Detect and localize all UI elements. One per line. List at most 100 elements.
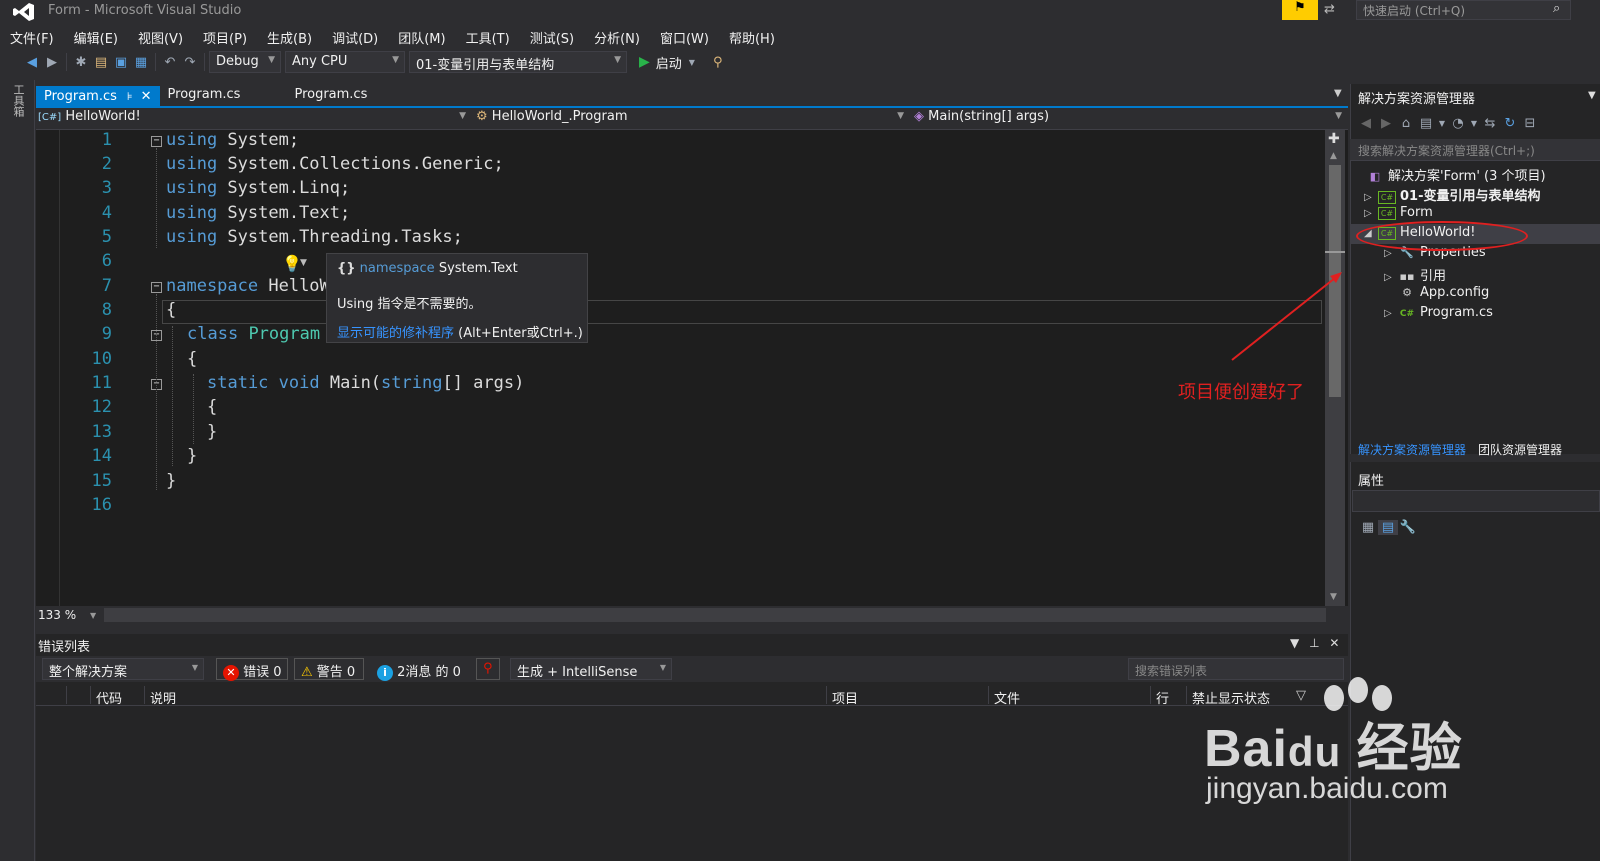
collapse-toggle-icon[interactable]: − [151,282,162,293]
undo-icon[interactable]: ↶ [160,55,180,70]
code-editor[interactable] [36,130,1348,606]
chevron-down-icon[interactable]: ▼ [1290,636,1299,650]
open-file-icon[interactable]: ▤ [91,55,111,70]
column-header-file[interactable]: 文件 [994,688,1020,707]
scroll-down-icon[interactable]: ▼ [1330,592,1337,602]
tree-program-cs[interactable]: ▷ C# Program.cs [1384,305,1493,325]
refresh-icon[interactable]: ↻ [1500,116,1520,131]
chevron-down-icon[interactable]: ▼ [1468,119,1480,128]
chevron-down-icon[interactable]: ▼ [300,258,307,268]
project-dropdown[interactable]: [C#] HelloWorld! ▼ [38,109,470,129]
tab-team-explorer[interactable]: 团队资源管理器 [1478,441,1562,458]
horizontal-scrollbar[interactable] [104,608,1326,622]
show-fixes-link[interactable]: 显示可能的修补程序 [337,326,454,341]
menu-help[interactable]: 帮助(H) [729,28,775,47]
tab-solution-explorer[interactable]: 解决方案资源管理器 [1358,441,1466,458]
menu-tools[interactable]: 工具(T) [466,28,510,47]
lightbulb-icon[interactable]: 💡 [282,254,302,273]
warnings-filter-button[interactable]: ⚠ 警告 0 [294,658,364,680]
menu-view[interactable]: 视图(V) [138,28,183,47]
menu-analyze[interactable]: 分析(N) [594,28,640,47]
expand-arrow-icon[interactable]: ▷ [1364,208,1378,219]
chevron-down-icon[interactable]: ▼ [1588,90,1596,101]
tab-program-cs-2[interactable]: Program.cs [160,86,249,106]
menu-edit[interactable]: 编辑(E) [74,28,118,47]
member-dropdown[interactable]: ◈ Main(string[] args) ▼ [914,109,1346,129]
column-header-description[interactable]: 说明 [150,688,176,707]
tab-overflow-chevron-icon[interactable]: ▼ [1334,88,1342,99]
navigate-back-icon[interactable]: ◀ [22,55,42,70]
split-window-icon[interactable]: ✚ [1328,131,1340,147]
start-button[interactable]: 启动 [656,53,682,72]
class-dropdown[interactable]: ⚙ HelloWorld_.Program ▼ [476,109,908,129]
messages-filter-button[interactable]: i 2消息 的 0 [370,658,468,681]
tab-program-cs-active[interactable]: Program.cs ⊧ ✕ [36,86,160,106]
scroll-up-icon[interactable]: ▲ [1330,151,1337,161]
tree-app-config[interactable]: ⚙ App.config [1398,285,1489,305]
sync-with-document-icon[interactable]: ⇆ [1480,116,1500,131]
column-header-project[interactable]: 项目 [832,688,858,707]
feedback-icon[interactable]: ⇄ [1324,2,1335,17]
menu-team[interactable]: 团队(M) [398,28,445,47]
property-pages-icon[interactable]: 🔧 [1398,520,1418,535]
notification-flag-icon[interactable]: ⚑ [1282,0,1318,20]
startup-project-select[interactable]: 01-变量引用与表单结构 ▼ [409,51,627,73]
chevron-down-icon[interactable]: ▼ [90,611,96,620]
menu-window[interactable]: 窗口(W) [660,28,709,47]
chevron-down-icon[interactable]: ▼ [682,58,702,67]
error-source-select[interactable]: 生成 + IntelliSense ▼ [510,658,672,680]
filter-toggle-icon[interactable]: ⚲ [476,658,500,680]
solution-platform-select[interactable]: Any CPU ▼ [285,51,405,73]
expand-arrow-icon[interactable]: ▷ [1384,308,1398,319]
forward-icon[interactable]: ▶ [1376,116,1396,131]
tree-references[interactable]: ▷ ▪▪ 引用 [1384,265,1446,285]
error-list-title: 错误列表 [38,640,91,655]
categorized-icon[interactable]: ▦ [1358,520,1378,535]
pending-changes-filter-icon[interactable]: ◔ [1448,116,1468,131]
code-line-13: } [207,422,218,442]
redo-icon[interactable]: ↷ [180,55,200,70]
errors-filter-button[interactable]: ✕ 错误 0 [216,658,288,681]
new-project-icon[interactable]: ✱ [71,55,91,70]
search-icon[interactable]: ⌕ [1553,1,1560,16]
line-number: 8 [101,300,112,320]
menu-build[interactable]: 生成(B) [267,28,312,47]
tree-solution[interactable]: ◧ 解决方案'Form' (3 个项目) [1366,165,1546,185]
home-icon[interactable]: ⌂ [1396,116,1416,131]
expand-arrow-icon[interactable]: ▷ [1384,248,1398,259]
close-icon[interactable]: ✕ [1329,636,1339,650]
collapse-all-icon[interactable]: ⊟ [1520,116,1540,131]
quick-launch-input[interactable]: 快速启动 (Ctrl+Q) [1356,0,1571,20]
menu-project[interactable]: 项目(P) [203,28,247,47]
switch-views-icon[interactable]: ▤ [1416,116,1436,131]
menu-debug[interactable]: 调试(D) [332,28,378,47]
tab-program-cs-3[interactable]: Program.cs [286,86,375,106]
pin-icon[interactable]: ⊧ [127,90,133,103]
error-scope-select[interactable]: 整个解决方案 ▼ [42,658,204,680]
expand-arrow-icon[interactable]: ▷ [1364,192,1378,203]
column-header-line[interactable]: 行 [1156,688,1169,707]
properties-object-select[interactable] [1352,490,1600,512]
column-header-code[interactable]: 代码 [96,688,122,707]
pin-icon[interactable]: ⊥ [1309,636,1319,650]
toolbox-tab[interactable]: 工具箱 [10,84,26,117]
save-all-icon[interactable]: ▦ [131,55,151,70]
menu-test[interactable]: 测试(S) [530,28,574,47]
back-icon[interactable]: ◀ [1356,116,1376,131]
alphabetical-icon[interactable]: ▤ [1378,519,1398,535]
zoom-level-select[interactable]: 133 % [38,608,76,622]
menu-file[interactable]: 文件(F) [10,28,54,47]
solution-search-input[interactable]: 搜索解决方案资源管理器(Ctrl+;) [1350,139,1600,161]
chevron-down-icon[interactable]: ▼ [1436,119,1448,128]
find-in-files-icon[interactable]: ⚲ [708,55,728,70]
save-icon[interactable]: ▣ [111,55,131,70]
baidu-jingyan-watermark: Baidu 经验 jingyan.baidu.com [1200,676,1500,816]
close-icon[interactable]: ✕ [141,89,152,104]
collapse-toggle-icon[interactable]: − [151,136,162,147]
solution-configuration-select[interactable]: Debug ▼ [209,51,281,73]
csharp-project-icon: C# [1378,207,1396,220]
start-debugging-play-icon[interactable]: ▶ [639,54,650,70]
expand-arrow-icon[interactable]: ▷ [1384,272,1398,283]
tree-project-01[interactable]: ▷ C# 01-变量引用与表单结构 [1364,185,1541,205]
navigate-forward-icon[interactable]: ▶ [42,55,62,70]
